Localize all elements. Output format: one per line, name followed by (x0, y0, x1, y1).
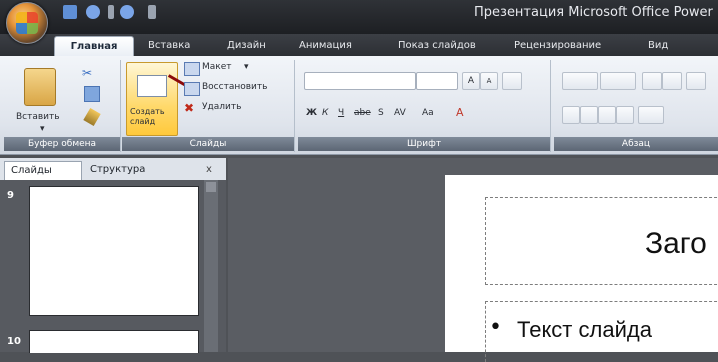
layout-dropdown-icon[interactable]: ▾ (244, 62, 249, 72)
bullet-icon: • (489, 315, 502, 340)
decrease-indent-button[interactable] (642, 72, 662, 90)
copy-icon[interactable] (84, 86, 100, 102)
tab-review[interactable]: Рецензирование (514, 36, 601, 56)
tab-design[interactable]: Дизайн (227, 36, 266, 56)
slide-title[interactable]: Заго (645, 227, 707, 261)
font-group-label: Шрифт (298, 137, 550, 151)
paragraph-group-label: Абзац (554, 137, 718, 151)
slide-number: 10 (7, 336, 21, 347)
scroll-up-icon[interactable] (206, 182, 216, 192)
tab-animation[interactable]: Анимация (299, 36, 352, 56)
char-spacing-button[interactable]: AV (394, 108, 406, 118)
clipboard-group: Вставить ▾ ✂ Буфер обмена (4, 60, 121, 152)
font-name-field[interactable] (304, 72, 416, 90)
cut-icon[interactable]: ✂ (82, 66, 94, 80)
change-case-button[interactable]: Aa (422, 108, 434, 118)
tab-slides-pane[interactable]: Слайды (4, 161, 82, 180)
clear-formatting-button[interactable] (502, 72, 522, 90)
delete-icon[interactable]: ✖ (184, 102, 198, 114)
office-logo-icon (16, 12, 38, 34)
reset-icon[interactable] (184, 82, 200, 96)
customize-qat-icon[interactable] (148, 5, 156, 19)
strikethrough-button[interactable]: abe (354, 108, 371, 118)
slides-group: Создать слайд Макет ▾ Восстановить ✖ Уда… (122, 60, 295, 152)
grow-font-button[interactable]: A (462, 72, 480, 90)
font-size-field[interactable] (416, 72, 458, 90)
layout-icon[interactable] (184, 62, 200, 76)
increase-indent-button[interactable] (662, 72, 682, 90)
underline-button[interactable]: Ч (338, 108, 344, 118)
justify-button[interactable] (616, 106, 634, 124)
shadow-button[interactable]: S (378, 108, 384, 118)
font-color-button[interactable]: A (456, 106, 464, 119)
paragraph-group: Абзац (554, 60, 718, 152)
align-right-button[interactable] (598, 106, 616, 124)
bold-button[interactable]: Ж (306, 108, 317, 118)
tab-outline-pane[interactable]: Структура (84, 161, 145, 179)
delete-label[interactable]: Удалить (202, 102, 241, 112)
tab-slideshow[interactable]: Показ слайдов (398, 36, 476, 56)
clipboard-group-label: Буфер обмена (4, 137, 120, 151)
layout-label[interactable]: Макет (202, 62, 232, 72)
tab-view[interactable]: Вид (648, 36, 668, 56)
tab-home[interactable]: Главная (54, 36, 134, 57)
new-slide-button[interactable]: Создать слайд (126, 62, 178, 136)
slide-number: 9 (7, 190, 14, 201)
align-center-button[interactable] (580, 106, 598, 124)
align-left-button[interactable] (562, 106, 580, 124)
new-slide-label: Создать слайд (130, 107, 165, 126)
slide-bullet-text[interactable]: Текст слайда (517, 317, 652, 343)
window-title: Презентация Microsoft Office Power (474, 5, 713, 20)
slide-thumbnail-9[interactable] (29, 186, 199, 316)
italic-button[interactable]: К (322, 108, 328, 118)
bullets-button[interactable] (562, 72, 598, 90)
reset-label[interactable]: Восстановить (202, 82, 267, 92)
office-button[interactable] (6, 2, 48, 44)
numbering-button[interactable] (600, 72, 636, 90)
paste-label[interactable]: Вставить (16, 112, 60, 122)
redo-icon[interactable] (120, 5, 134, 19)
save-icon[interactable] (63, 5, 77, 19)
columns-button[interactable] (638, 106, 664, 124)
paste-icon[interactable] (24, 68, 56, 106)
shrink-font-button[interactable]: A (480, 72, 498, 90)
tab-insert[interactable]: Вставка (148, 36, 190, 56)
slides-group-label: Слайды (122, 137, 294, 151)
new-slide-icon (137, 75, 167, 97)
pane-scrollbar[interactable] (204, 180, 218, 352)
close-pane-icon[interactable]: x (206, 161, 212, 179)
paste-dropdown-icon[interactable]: ▾ (40, 124, 45, 134)
undo-dropdown-icon[interactable] (108, 5, 114, 19)
slide-thumbnail-10[interactable] (29, 330, 199, 353)
font-group: A A Ж К Ч abe S AV Aa A Шрифт (298, 60, 551, 152)
line-spacing-button[interactable] (686, 72, 706, 90)
slide-canvas[interactable]: Заго • Текст слайда (445, 175, 718, 362)
format-painter-icon[interactable] (83, 107, 101, 127)
undo-icon[interactable] (86, 5, 100, 19)
